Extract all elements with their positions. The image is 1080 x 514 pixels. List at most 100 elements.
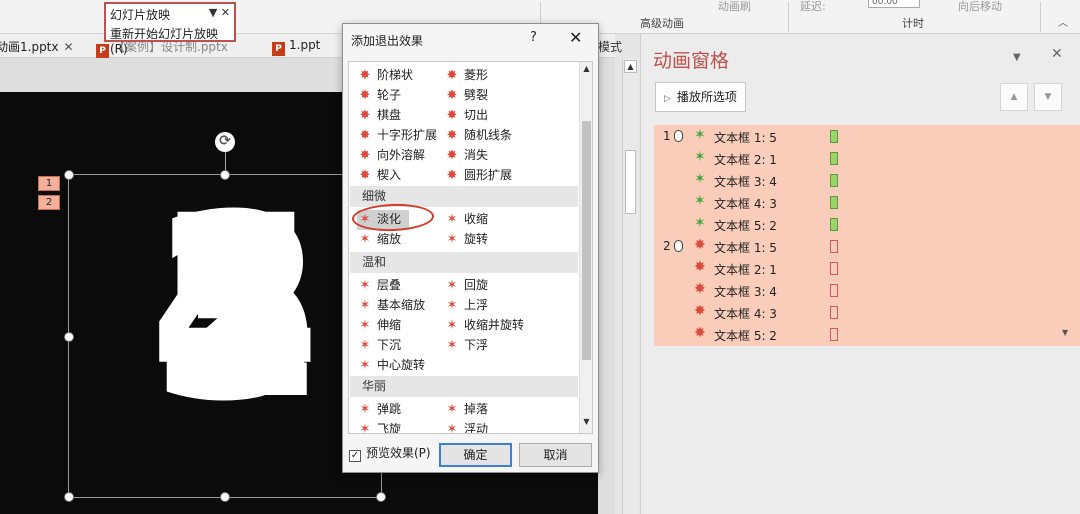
animation-entry[interactable]: ✸ 文本框 5: 2: [654, 323, 1080, 345]
effect-item[interactable]: ✸ 棋盘: [357, 106, 401, 126]
exit-star-icon: ✸: [446, 148, 458, 163]
animation-entry[interactable]: ✸ 文本框 2: 1: [654, 257, 1080, 279]
effect-label: 下浮: [464, 338, 489, 352]
effect-item[interactable]: ✶ 上浮: [444, 296, 488, 316]
tab-document[interactable]: P 1.ppt: [272, 38, 320, 56]
animation-label: 文本框 4: 3: [714, 197, 777, 211]
pane-options-icon[interactable]: ▼: [1013, 52, 1021, 63]
rotate-handle-icon[interactable]: ⟳: [215, 132, 235, 152]
effect-list[interactable]: ✸ 阶梯状 ✸ 菱形 ✸ 轮子 ✸ 劈裂 ✸ 棋盘 ✸ 切出 ✸ 十字形扩展 ✸ 随机线条 ✸ 向…: [348, 61, 593, 434]
dropdown-close-icon[interactable]: ▼ ✕: [209, 6, 230, 19]
resize-handle[interactable]: [64, 332, 74, 342]
timing-bar[interactable]: [830, 218, 838, 231]
effect-item[interactable]: ✶ 伸缩: [357, 316, 401, 336]
resize-handle[interactable]: [64, 492, 74, 502]
animation-entry[interactable]: ✶ 文本框 2: 1: [654, 147, 1080, 169]
effect-item[interactable]: ✶ 下沉: [357, 336, 401, 356]
resize-handle[interactable]: [64, 170, 74, 180]
scroll-thumb[interactable]: [625, 150, 636, 214]
move-down-button[interactable]: ▼: [1034, 83, 1062, 111]
timing-bar[interactable]: [830, 196, 838, 209]
scroll-up-icon[interactable]: ▲: [581, 64, 592, 78]
effect-item[interactable]: ✸ 切出: [444, 106, 488, 126]
ribbon-faded-move-later[interactable]: 向后移动: [958, 0, 1002, 14]
move-up-button[interactable]: ▲: [1000, 83, 1028, 111]
list-scroll-down-icon[interactable]: ▼: [1062, 328, 1068, 337]
tab-document[interactable]: 动画1.pptx ✕: [0, 38, 74, 55]
effect-item[interactable]: ✶ 收缩并旋转: [444, 316, 524, 336]
effect-item[interactable]: ✶ 基本缩放: [357, 296, 425, 316]
effect-item[interactable]: ✶ 收缩: [444, 210, 488, 230]
animation-entry[interactable]: ✶ 文本框 3: 4: [654, 169, 1080, 191]
effect-item[interactable]: ✶ 回旋: [444, 276, 488, 296]
animation-entry[interactable]: 1 ✶ 文本框 1: 5: [654, 125, 1080, 147]
scroll-down-icon[interactable]: ▼: [581, 417, 592, 431]
effect-item[interactable]: ✶ 弹跳: [357, 400, 401, 420]
effect-item[interactable]: ✶ 掉落: [444, 400, 488, 420]
effect-item[interactable]: ✸ 轮子: [357, 86, 401, 106]
animation-label: 文本框 1: 5: [714, 241, 777, 255]
slide-scrollbar[interactable]: ▲: [622, 58, 638, 514]
timing-bar[interactable]: [830, 284, 838, 297]
animation-entry[interactable]: 2 ✸ 文本框 1: 5: [654, 235, 1080, 257]
effect-item[interactable]: ✶ 飞旋: [357, 420, 402, 434]
checkbox-checked-icon[interactable]: ✓: [349, 450, 361, 462]
effect-item[interactable]: ✶ 中心旋转: [357, 356, 425, 376]
collapse-ribbon-icon[interactable]: ︿: [1058, 14, 1068, 29]
animation-entry[interactable]: ✸ 文本框 3: 4: [654, 279, 1080, 301]
effect-item[interactable]: ✶ 缩放: [357, 230, 401, 250]
animation-entry[interactable]: ✶ 文本框 4: 3: [654, 191, 1080, 213]
preview-effect-checkbox[interactable]: ✓ 预览效果(P): [349, 444, 431, 462]
exit-effect-icon: ✸: [694, 281, 706, 297]
cancel-button[interactable]: 取消: [519, 443, 592, 467]
effect-item[interactable]: ✸ 随机线条: [444, 126, 512, 146]
effect-item[interactable]: ✸ 消失: [444, 146, 488, 166]
close-icon[interactable]: ✕: [1051, 46, 1063, 62]
resize-handle[interactable]: [220, 492, 230, 502]
effect-item[interactable]: ✶ 浮动: [444, 420, 488, 433]
effect-label: 回旋: [464, 278, 489, 292]
slideshow-title[interactable]: 幻灯片放映: [110, 6, 170, 23]
animation-pane-title: 动画窗格: [653, 50, 730, 72]
effect-item[interactable]: ✸ 十字形扩展: [357, 126, 437, 146]
timing-bar[interactable]: [830, 152, 838, 165]
effect-item[interactable]: ✸ 楔入: [357, 166, 401, 186]
timing-bar[interactable]: [830, 174, 838, 187]
animation-entry[interactable]: ✸ 文本框 4: 3: [654, 301, 1080, 323]
effect-item[interactable]: ✸ 阶梯状: [357, 66, 413, 86]
timing-bar[interactable]: [830, 328, 838, 341]
close-icon[interactable]: ✕: [64, 40, 74, 54]
effect-item[interactable]: ✶ 下浮: [444, 336, 488, 356]
exit-star-icon: ✶: [446, 338, 458, 353]
restart-slideshow-item[interactable]: 重新开始幻灯片放映(R): [110, 25, 234, 56]
effect-list-scrollbar[interactable]: ▲ ▼: [579, 62, 592, 433]
ok-button[interactable]: 确定: [439, 443, 512, 467]
effect-label: 收缩并旋转: [464, 318, 525, 332]
timing-bar[interactable]: [830, 240, 838, 253]
ribbon-faded-anim-painter[interactable]: 动画刷: [718, 0, 751, 14]
animation-tag-1[interactable]: 1: [38, 176, 60, 191]
delay-input[interactable]: 00.00: [868, 0, 920, 8]
effect-item[interactable]: ✸ 向外溶解: [357, 146, 425, 166]
help-button[interactable]: ?: [530, 30, 537, 45]
dialog-footer: ✓ 预览效果(P) 确定 取消: [343, 440, 598, 472]
effect-item[interactable]: ✶ 旋转: [444, 230, 488, 250]
resize-handle[interactable]: [376, 492, 386, 502]
timing-bar[interactable]: [830, 262, 838, 275]
play-selected-button[interactable]: ▷ 播放所选项: [655, 82, 746, 112]
close-button[interactable]: ✕: [569, 28, 582, 47]
timing-bar[interactable]: [830, 306, 838, 319]
scroll-up-icon[interactable]: ▲: [624, 60, 637, 73]
effect-label: 飞旋: [377, 422, 402, 434]
effect-item[interactable]: ✸ 菱形: [444, 66, 488, 86]
exit-star-icon: ✶: [359, 422, 371, 434]
slide-digit: 5: [151, 162, 325, 453]
effect-item[interactable]: ✶ 层叠: [357, 276, 401, 296]
scroll-thumb[interactable]: [582, 121, 591, 360]
effect-item[interactable]: ✸ 劈裂: [444, 86, 488, 106]
tab-label: 1.ppt: [289, 38, 321, 52]
animation-tag-2[interactable]: 2: [38, 195, 60, 210]
timing-bar[interactable]: [830, 130, 838, 143]
effect-item[interactable]: ✸ 圆形扩展: [444, 166, 512, 186]
animation-entry[interactable]: ✶ 文本框 5: 2: [654, 213, 1080, 235]
